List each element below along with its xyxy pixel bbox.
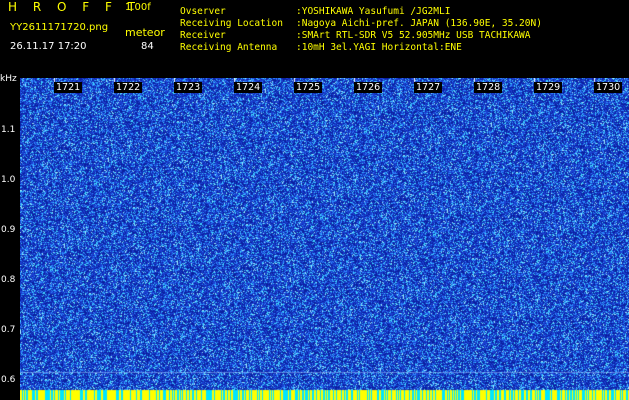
- spectrogram-display: [20, 78, 629, 400]
- time-tick-label: 1727: [414, 82, 443, 93]
- time-tick-label: 1721: [54, 82, 83, 93]
- receiver-value: :SMArt RTL-SDR V5 52.905MHz USB TACHIKAW…: [296, 30, 531, 41]
- ytick-label: 0.8: [1, 275, 16, 285]
- observer-key: Ovserver: [180, 6, 226, 17]
- time-tick-label: 1729: [534, 82, 563, 93]
- observer-value: :YOSHIKAWA Yasufumi /JG2MLI: [296, 6, 451, 17]
- time-tick-label: 1723: [174, 82, 203, 93]
- meteor-count: 84: [141, 41, 154, 52]
- antenna-key: Receiving Antenna: [180, 42, 278, 53]
- time-tick-label: 1730: [594, 82, 623, 93]
- time-tick-label: 1722: [114, 82, 143, 93]
- app-version: 1.00f: [125, 2, 151, 13]
- time-tick-label: 1725: [294, 82, 323, 93]
- ytick-label: 0.7: [1, 325, 16, 335]
- time-tick-label: 1728: [474, 82, 503, 93]
- meteor-label: meteor: [125, 26, 165, 39]
- time-tick-label: 1724: [234, 82, 263, 93]
- frequency-unit-label: kHz: [0, 74, 17, 84]
- antenna-value: :10mH 3el.YAGI Horizontal:ENE: [296, 42, 462, 53]
- datetime-label: 26.11.17 17:20: [10, 41, 87, 52]
- location-value: :Nagoya Aichi-pref. JAPAN (136.90E, 35.2…: [296, 18, 542, 29]
- ytick-label: 1.0: [1, 175, 16, 185]
- app-title: H R O F F T: [8, 0, 142, 14]
- ytick-label: 0.9: [1, 225, 16, 235]
- receiver-key: Receiver: [180, 30, 226, 41]
- ytick-label: 0.6: [1, 375, 16, 385]
- spectrogram-canvas: [20, 78, 629, 400]
- location-key: Receiving Location: [180, 18, 283, 29]
- filename-label: YY2611171720.png: [10, 22, 109, 33]
- time-tick-label: 1726: [354, 82, 383, 93]
- ytick-label: 1.1: [1, 125, 16, 135]
- header-panel: H R O F F T 1.00f YY2611171720.png 26.11…: [0, 0, 629, 78]
